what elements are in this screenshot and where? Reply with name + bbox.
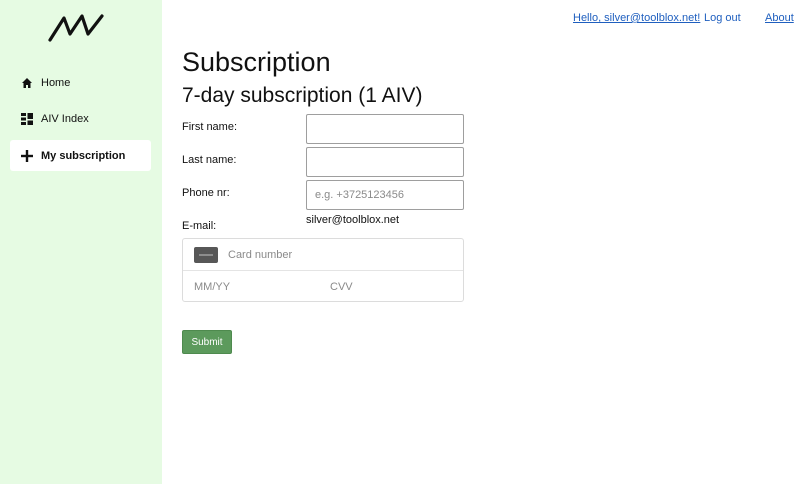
last-name-label: Last name: (182, 154, 237, 166)
phone-field[interactable] (306, 180, 464, 210)
email-label: E-mail: (182, 220, 217, 232)
email-value: silver@toolblox.net (306, 214, 400, 226)
card-number-field[interactable]: Card number (228, 249, 292, 261)
first-name-label: First name: (182, 121, 238, 133)
sidebar-item-label: AIV Index (41, 112, 89, 125)
sidebar: Home AIV Index My subscription (0, 0, 162, 484)
credit-card-icon (194, 246, 218, 263)
user-greeting-link[interactable]: Hello, silver@toolblox.net! (573, 12, 700, 24)
card-input[interactable]: Card number MM/YY CVV (182, 238, 464, 302)
sidebar-item-my-subscription[interactable]: My subscription (10, 140, 151, 171)
card-number-row[interactable]: Card number (183, 239, 463, 271)
last-name-field[interactable] (306, 147, 464, 177)
aiv-logo[interactable] (46, 12, 106, 44)
submit-button[interactable]: Submit (182, 330, 232, 354)
page-title: Subscription (182, 47, 331, 77)
sidebar-item-aiv-index[interactable]: AIV Index (10, 103, 151, 134)
sidebar-item-label: My subscription (41, 149, 126, 162)
about-link-wrapper[interactable]: About (765, 12, 794, 24)
about-link[interactable]: About (765, 12, 794, 24)
phone-label: Phone nr: (182, 187, 230, 199)
plus-icon (20, 149, 34, 163)
card-expiry-cvv-row[interactable]: MM/YY CVV (183, 271, 463, 303)
subscription-plan-title: 7-day subscription (1 AIV) (182, 84, 423, 107)
logout-link[interactable]: Log out (704, 12, 741, 24)
sidebar-item-label: Home (41, 76, 71, 89)
first-name-field[interactable] (306, 114, 464, 144)
dashboard-icon (20, 112, 34, 126)
cvv-field[interactable]: CVV (330, 281, 353, 293)
expiry-field[interactable]: MM/YY (194, 281, 330, 293)
hello-link[interactable]: Hello, silver@toolblox.net! (573, 12, 700, 24)
home-icon (20, 76, 34, 90)
sidebar-item-home[interactable]: Home (10, 67, 151, 98)
